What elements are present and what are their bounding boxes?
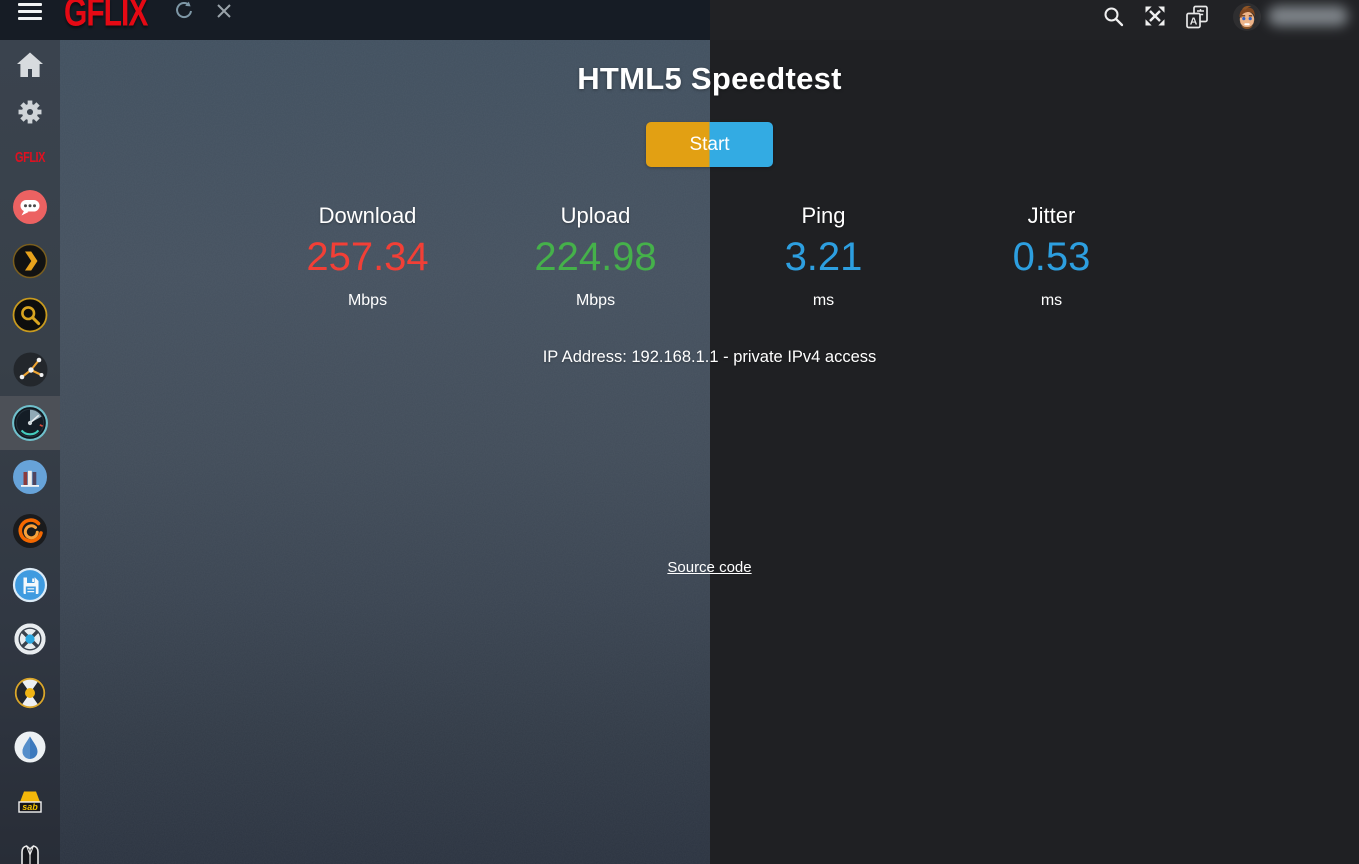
sidebar: GFLIX [0,40,60,864]
books-icon [12,459,48,495]
metric-unit: ms [938,292,1166,310]
metric-unit: Mbps [482,292,710,310]
metric-label: Download [254,203,482,229]
source-code-link[interactable]: Source code [667,559,751,576]
grafana-spiral-icon [12,513,48,549]
svg-text:A: A [1190,15,1198,27]
gflix-brand-label: GFLIX [15,150,45,166]
sab-icon: sab [12,783,48,819]
sidebar-item-blue-target-app[interactable] [0,612,60,666]
sidebar-item-gflix[interactable]: GFLIX [0,136,60,180]
metric-value: 257.34 [254,235,482,279]
gear-icon [13,95,47,129]
page-title: HTML5 Speedtest [577,61,842,97]
floppy-disk-icon [12,567,48,603]
metric-value: 224.98 [482,235,710,279]
blue-target-icon [12,621,48,657]
sidebar-item-backup-app[interactable] [0,558,60,612]
translate-button[interactable]: A [1184,4,1210,30]
topbar: GFLIX A [0,0,1359,40]
sidebar-item-search-app[interactable] [0,288,60,342]
close-icon [216,3,232,19]
sidebar-item-water-drop-app[interactable] [0,720,60,774]
metric-unit: ms [710,292,938,310]
hamburger-menu-icon[interactable] [18,3,42,20]
plex-chevron-icon [12,243,48,279]
user-avatar[interactable] [1233,3,1261,31]
metric-download: Download 257.34 Mbps [254,203,482,310]
fullscreen-button[interactable] [1142,3,1168,29]
fullscreen-icon [1143,4,1167,28]
speedometer-icon [11,404,49,442]
speedtest-panel: HTML5 Speedtest Start Download 257.34 Mb… [60,40,1359,864]
home-icon [15,51,45,78]
sidebar-item-speedtest[interactable] [0,396,60,450]
sidebar-item-graph-app[interactable] [0,342,60,396]
metrics-row: Download 257.34 Mbps Upload 224.98 Mbps … [254,203,1166,310]
water-drop-icon [12,729,48,765]
metric-ping: Ping 3.21 ms [710,203,938,310]
metric-label: Jitter [938,203,1166,229]
network-graph-icon [12,351,49,388]
sidebar-item-gold-target-app[interactable] [0,666,60,720]
sidebar-item-plex[interactable] [0,234,60,288]
refresh-button[interactable] [170,0,196,24]
sidebar-item-sabnzbd[interactable]: sab [0,774,60,828]
gold-magnifier-icon [12,297,48,333]
metric-value: 0.53 [938,235,1166,279]
brand-logo[interactable]: GFLIX [64,0,147,36]
sidebar-item-settings[interactable] [0,88,60,136]
sidebar-item-home[interactable] [0,40,60,88]
metric-label: Upload [482,203,710,229]
close-tab-button[interactable] [211,0,237,24]
avatar [1233,3,1261,31]
chat-bubble-icon [12,189,48,225]
metric-value: 3.21 [710,235,938,279]
sidebar-item-chat[interactable] [0,180,60,234]
jacket-icon [12,840,48,864]
metric-unit: Mbps [254,292,482,310]
sidebar-item-grafana[interactable] [0,504,60,558]
search-button[interactable] [1100,3,1126,29]
sidebar-item-books-app[interactable] [0,450,60,504]
ip-address-line: IP Address: 192.168.1.1 - private IPv4 a… [543,348,877,367]
sidebar-item-jackett[interactable] [0,828,60,864]
metric-label: Ping [710,203,938,229]
svg-text:sab: sab [22,802,38,812]
translate-icon: A [1184,4,1210,30]
metric-upload: Upload 224.98 Mbps [482,203,710,310]
refresh-icon [172,0,194,22]
start-button[interactable]: Start [646,122,773,167]
username-blurred[interactable] [1268,6,1348,26]
metric-jitter: Jitter 0.53 ms [938,203,1166,310]
gold-target-icon [12,675,48,711]
search-icon [1102,5,1125,28]
